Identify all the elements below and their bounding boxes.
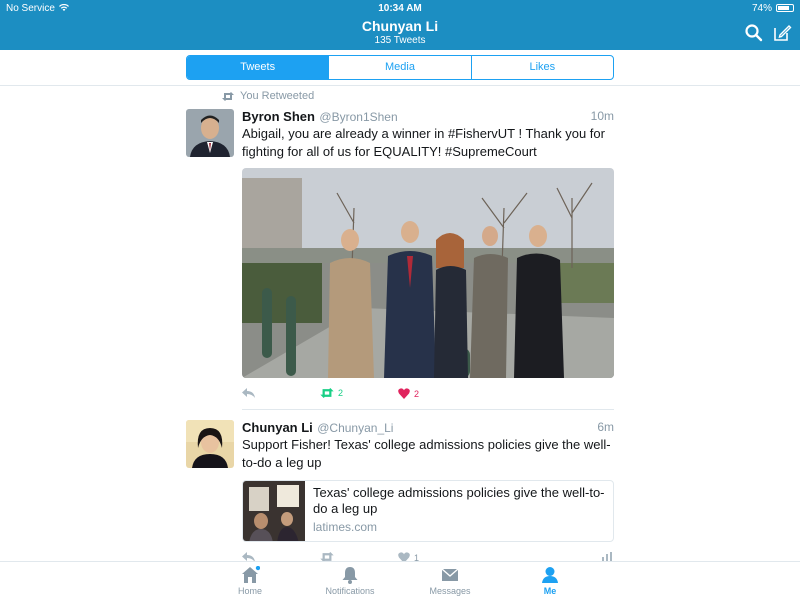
header-divider <box>0 85 800 86</box>
author-name[interactable]: Byron Shen <box>242 109 315 124</box>
link-card-domain: latimes.com <box>313 520 378 534</box>
home-icon <box>242 566 260 583</box>
bell-icon <box>342 567 358 584</box>
bottom-tab-bar: Home Notifications Messages Me <box>0 561 800 600</box>
retweet-icon <box>320 552 334 561</box>
heart-icon <box>398 388 410 399</box>
link-card[interactable]: Texas' college admissions policies give … <box>242 480 614 542</box>
tweet-author: Byron Shen @Byron1Shen <box>242 108 398 126</box>
like-action[interactable]: 1 <box>398 552 419 561</box>
link-card-image <box>243 481 305 541</box>
retweet-action[interactable] <box>320 552 334 561</box>
status-right: 74% <box>752 3 794 14</box>
retweet-icon <box>320 388 334 398</box>
retweet-icon <box>222 91 234 101</box>
person-icon <box>542 567 558 583</box>
avatar[interactable] <box>186 420 234 468</box>
profile-tabs: Tweets Media Likes <box>186 55 614 80</box>
compose-icon[interactable] <box>772 23 792 43</box>
tweet-author: Chunyan Li @Chunyan_Li <box>242 419 393 437</box>
tab-messages-label: Messages <box>429 586 471 596</box>
avatar[interactable] <box>186 109 234 157</box>
tweet-chunyan-li[interactable]: Chunyan Li @Chunyan_Li 6m Support Fisher… <box>186 418 614 561</box>
retweet-count: 2 <box>338 388 344 398</box>
tab-likes[interactable]: Likes <box>470 56 613 79</box>
heart-icon <box>398 552 410 561</box>
carrier-text: No Service <box>6 2 55 14</box>
tab-messages[interactable]: Messages <box>400 566 500 596</box>
battery-icon <box>776 4 794 12</box>
analytics-action[interactable] <box>602 552 613 561</box>
tweet-count: 135 Tweets <box>374 35 426 46</box>
retweet-context: You Retweeted <box>222 90 314 102</box>
tab-media[interactable]: Media <box>328 56 470 79</box>
tweet-actions: 2 2 <box>242 388 614 404</box>
author-name[interactable]: Chunyan Li <box>242 420 313 435</box>
status-bar: No Service 10:34 AM 74% <box>0 0 800 16</box>
reply-icon <box>242 388 255 398</box>
tweet-photo[interactable] <box>242 168 614 378</box>
reply-action[interactable] <box>242 552 256 561</box>
author-handle[interactable]: @Chunyan_Li <box>317 421 393 435</box>
status-left: No Service <box>6 3 69 14</box>
like-action[interactable]: 2 <box>398 388 419 399</box>
tab-me[interactable]: Me <box>500 566 600 596</box>
profile-name: Chunyan Li <box>361 18 439 34</box>
reply-action[interactable] <box>242 388 256 398</box>
tweet-divider <box>242 409 614 410</box>
analytics-icon <box>602 552 612 561</box>
tab-tweets[interactable]: Tweets <box>187 56 329 79</box>
tab-notifications[interactable]: Notifications <box>300 566 400 596</box>
battery-percent: 74% <box>751 2 772 14</box>
group-photo-image <box>242 168 614 378</box>
clock: 10:34 AM <box>378 2 422 14</box>
profile-navbar: Chunyan Li 135 Tweets <box>0 16 800 50</box>
like-count: 2 <box>414 388 420 399</box>
author-handle[interactable]: @Byron1Shen <box>319 110 397 124</box>
reply-icon <box>242 552 255 561</box>
tweet-time: 10m <box>590 109 614 123</box>
like-count: 1 <box>414 552 420 562</box>
tweet-actions: 1 <box>242 552 614 561</box>
link-card-title: Texas' college admissions policies give … <box>313 485 605 516</box>
wifi-icon <box>58 4 69 11</box>
envelope-icon <box>441 568 459 581</box>
tweet-byron-shen[interactable]: You Retweeted Byron Shen @Byron1Shen 10m… <box>186 90 614 408</box>
search-icon[interactable] <box>744 23 764 43</box>
retweet-label: You Retweeted <box>240 90 315 102</box>
tweet-text: Support Fisher! Texas' college admission… <box>242 437 611 470</box>
tab-home-label: Home <box>237 586 262 596</box>
tweet-time: 6m <box>597 420 614 434</box>
tweet-text: Abigail, you are already a winner in #Fi… <box>242 126 605 159</box>
tab-home[interactable]: Home <box>200 566 300 596</box>
tab-notifications-label: Notifications <box>325 586 375 596</box>
retweet-action[interactable]: 2 <box>320 388 343 398</box>
tab-me-label: Me <box>543 586 557 596</box>
